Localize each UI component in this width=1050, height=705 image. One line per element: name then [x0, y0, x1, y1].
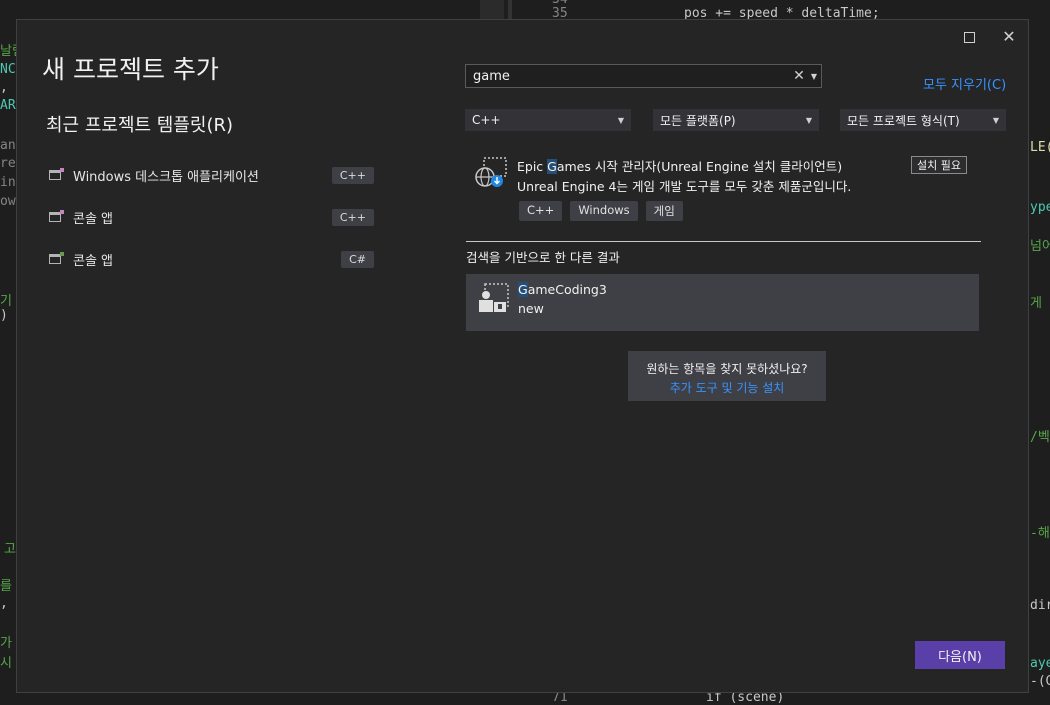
chevron-down-icon: ▼: [617, 115, 624, 125]
recent-templates-heading: 최근 프로젝트 템플릿(R): [46, 115, 234, 136]
code-fragment: LE(: [1030, 140, 1050, 155]
code-fragment: ayer: [1030, 656, 1050, 671]
code-fragment: 를: [0, 579, 12, 594]
search-value: game: [473, 68, 510, 84]
code-fragment: 넘어: [1030, 239, 1050, 254]
code-fragment: ,: [0, 596, 8, 611]
project-template-icon: [479, 283, 509, 312]
code-fragment: ype: [1030, 200, 1050, 215]
platform-filter-value: 모든 플랫폼(P): [660, 113, 736, 128]
clear-icon[interactable]: ✕: [791, 68, 807, 84]
console-app-icon: [48, 210, 64, 224]
template-search-input[interactable]: game ✕ ▼: [465, 64, 822, 88]
tag: 게임: [645, 201, 683, 221]
install-tools-link[interactable]: 추가 도구 및 기능 설치: [628, 379, 826, 396]
project-type-filter-value: 모든 프로젝트 형식(T): [847, 113, 960, 128]
result-tags: C++ Windows 게임: [519, 201, 683, 221]
editor-bottom-strip: 71 if (scene): [480, 690, 1050, 705]
other-results-heading: 검색을 기반으로 한 다른 결과: [466, 250, 620, 265]
code-fragment: ): [0, 308, 8, 323]
clear-all-link[interactable]: 모두 지우기(C): [923, 74, 1006, 93]
result-subtitle: new: [518, 301, 544, 316]
code-fragment: /벡: [1030, 430, 1050, 445]
code-fragment: AR: [0, 98, 16, 113]
close-icon: ✕: [1002, 27, 1016, 46]
not-found-panel: 원하는 항목을 찾지 못하셨나요? 추가 도구 및 기능 설치: [628, 351, 826, 401]
code-fragment: NC: [0, 62, 16, 77]
code-fragment: an: [0, 138, 16, 153]
recent-template-label: Windows 데스크톱 애플리케이션: [73, 169, 259, 185]
recent-template-item[interactable]: Windows 데스크톱 애플리케이션 C++: [48, 163, 374, 187]
code-fragment: ,: [0, 80, 8, 95]
code-fragment: re: [0, 156, 16, 171]
add-new-project-dialog: 새 프로젝트 추가 ✕ 최근 프로젝트 템플릿(R) Windows 데스크톱 …: [16, 19, 1029, 693]
chevron-down-icon[interactable]: ▼: [807, 72, 821, 81]
project-type-filter-dropdown[interactable]: 모든 프로젝트 형식(T) ▼: [840, 109, 1006, 131]
result-title: GameCoding3: [518, 282, 607, 297]
console-app-icon: [48, 252, 64, 266]
code-fragment: 시: [0, 656, 12, 671]
windows-desktop-icon: [48, 168, 64, 182]
language-filter-dropdown[interactable]: C++ ▼: [465, 109, 631, 131]
recent-template-item[interactable]: 콘솔 앱 C++: [48, 205, 374, 229]
recent-template-item[interactable]: 콘솔 앱 C#: [48, 247, 374, 271]
dialog-title: 새 프로젝트 추가: [42, 55, 219, 84]
divider: [466, 241, 981, 242]
language-badge: C++: [331, 166, 374, 184]
language-filter-value: C++: [472, 113, 501, 127]
code-fragment: -해: [1030, 526, 1050, 541]
maximize-icon: [963, 31, 975, 43]
tag: Windows: [570, 201, 638, 221]
epic-games-launcher-icon: [475, 157, 507, 187]
code-fragment: 게: [1030, 296, 1042, 311]
language-badge: C#: [341, 250, 374, 268]
code-fragment: 고: [4, 542, 16, 557]
language-badge: C++: [331, 208, 374, 226]
editor-top-strip: 34 35 pos += speed * deltaTime;: [480, 0, 1050, 21]
code-fragment: in: [0, 175, 16, 190]
result-description: Unreal Engine 4는 게임 개발 도구를 모두 갖춘 제품군입니다.: [517, 179, 852, 194]
recent-template-label: 콘솔 앱: [73, 253, 114, 269]
template-result-item[interactable]: Epic Games 시작 관리자(Unreal Engine 설치 클라이언트…: [473, 150, 973, 222]
result-title: Epic Games 시작 관리자(Unreal Engine 설치 클라이언트…: [517, 159, 843, 174]
install-required-badge: 설치 필요: [911, 156, 967, 174]
not-found-question: 원하는 항목을 찾지 못하셨나요?: [646, 362, 808, 376]
code-fragment: 기: [0, 294, 12, 309]
close-button[interactable]: ✕: [997, 26, 1021, 48]
chevron-down-icon: ▼: [805, 115, 812, 125]
code-fragment: 가: [0, 636, 12, 651]
maximize-button[interactable]: [957, 26, 981, 48]
code-fragment: ow: [0, 194, 16, 209]
tag: C++: [519, 201, 563, 221]
next-button[interactable]: 다음(N): [915, 641, 1005, 669]
recent-template-label: 콘솔 앱: [73, 211, 114, 227]
platform-filter-dropdown[interactable]: 모든 플랫폼(P) ▼: [653, 109, 819, 131]
code-fragment: dir2: [1030, 598, 1050, 613]
chevron-down-icon: ▼: [992, 115, 999, 125]
code-fragment: -(GE: [1030, 674, 1050, 689]
other-result-item[interactable]: GameCoding3 new: [466, 274, 979, 331]
